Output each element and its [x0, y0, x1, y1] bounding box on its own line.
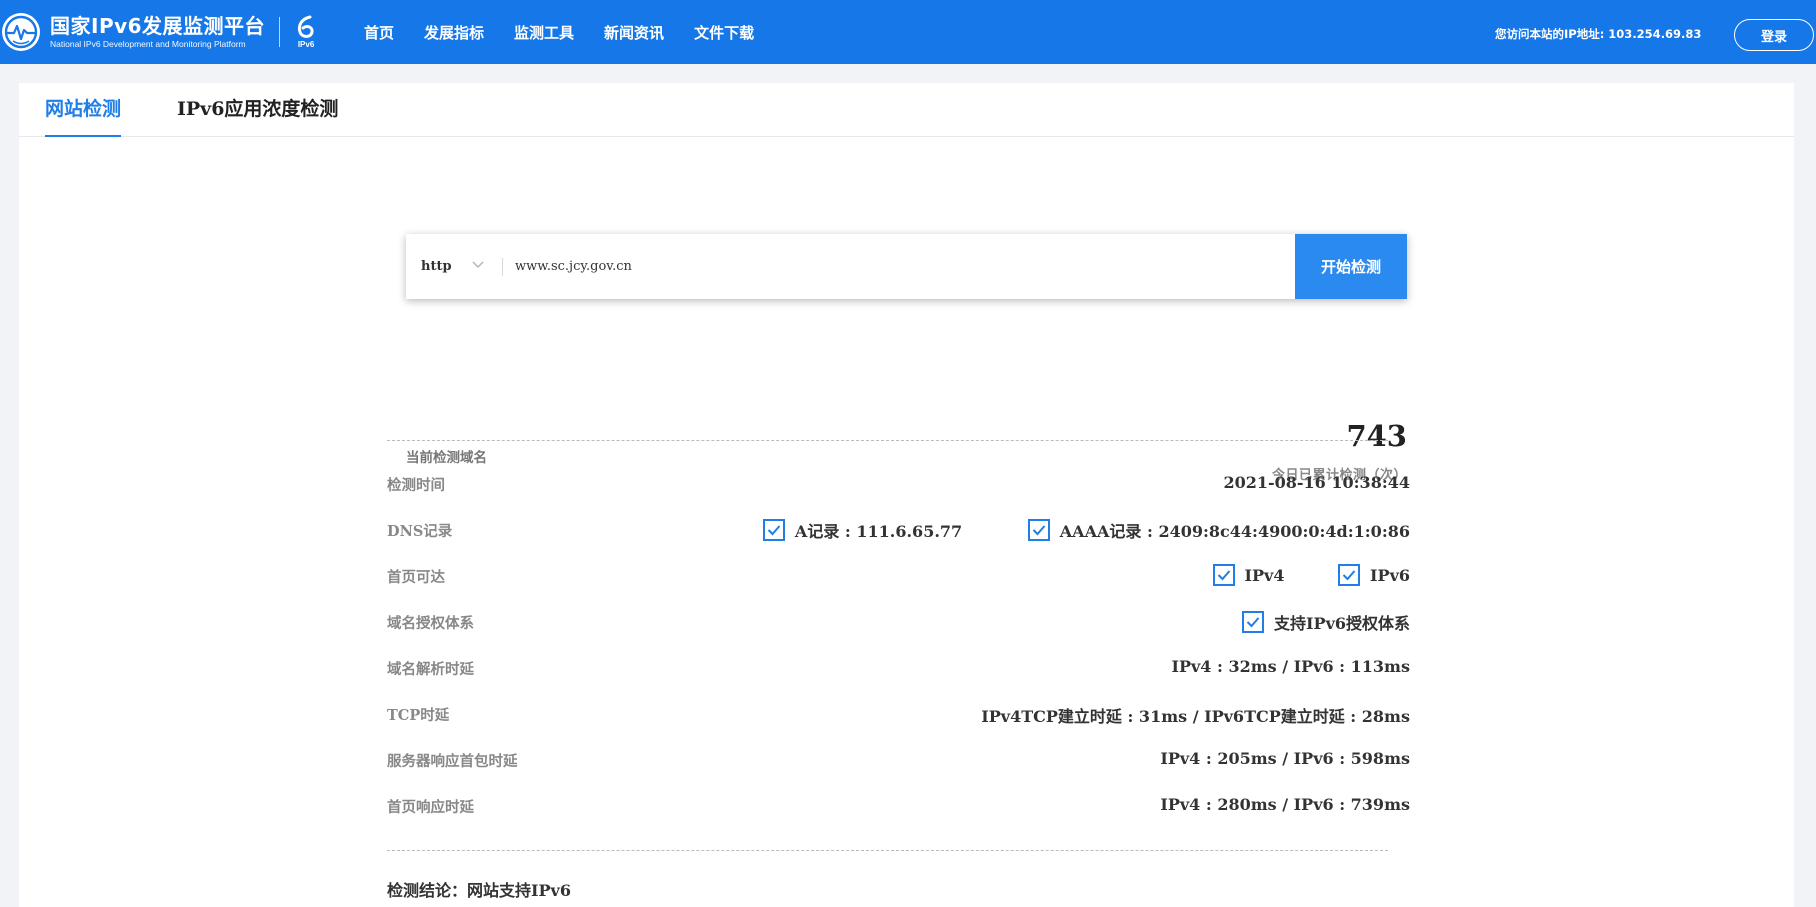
reachable-ipv6-checkbox[interactable]: [1338, 564, 1361, 586]
dns-delay-value: IPv4 : 32ms / IPv6 : 113ms: [1171, 657, 1410, 676]
nav-home[interactable]: 首页: [364, 22, 394, 43]
a-record-checkbox[interactable]: [762, 519, 785, 541]
login-button[interactable]: 登录: [1734, 19, 1814, 51]
logo-divider: [279, 17, 281, 47]
visitor-ip: 您访问本站的IP地址: 103.254.69.83: [1495, 27, 1702, 41]
conclusion: 检测结论：网站支持IPv6: [387, 881, 571, 900]
check-icon: [1032, 525, 1046, 536]
ipv6-badge: IPv6: [292, 14, 320, 50]
check-icon: [767, 525, 781, 536]
aaaa-record-checkbox[interactable]: [1027, 519, 1050, 541]
tcp-delay-value: IPv4TCP建立时延 : 31ms / IPv6TCP建立时延 : 28ms: [981, 707, 1410, 726]
nav-downloads[interactable]: 文件下载: [694, 22, 754, 43]
main-nav: 首页 发展指标 监测工具 新闻资讯 文件下载: [364, 0, 784, 64]
check-time-value: 2021-08-16 10:38:44: [1223, 473, 1410, 492]
reachable-ipv6-item: IPv6: [1338, 564, 1410, 586]
protocol-select[interactable]: http: [406, 234, 502, 299]
site-title: 国家IPv6发展监测平台: [50, 14, 266, 38]
server-delay-value: IPv4 : 205ms / IPv6 : 598ms: [1160, 749, 1410, 768]
logo[interactable]: 国家IPv6发展监测平台 National IPv6 Development a…: [0, 8, 320, 56]
ipv6-badge-label: IPv6: [297, 40, 315, 49]
top-bar: 国家IPv6发展监测平台 National IPv6 Development a…: [0, 0, 1816, 64]
tab-website-check[interactable]: 网站检测: [45, 83, 122, 137]
check-icon: [1342, 570, 1356, 581]
auth-checkbox[interactable]: [1242, 611, 1265, 633]
dns-delay-label: 域名解析时延: [387, 661, 474, 678]
dns-label: DNS记录: [387, 523, 453, 540]
check-icon: [1217, 570, 1230, 581]
page-delay-label: 首页响应时延: [387, 799, 474, 816]
server-delay-label: 服务器响应首包时延: [387, 753, 518, 770]
tab-bar: 网站检测 IPv6应用浓度检测: [19, 83, 1794, 137]
check-icon: [1246, 617, 1260, 628]
page-delay-value: IPv4 : 280ms / IPv6 : 739ms: [1160, 795, 1410, 814]
today-count: 743: [1346, 419, 1407, 453]
dns-records: A记录 : 111.6.65.77 AAAA记录 : 2409:8c44:490…: [737, 518, 1410, 542]
chevron-down-icon: [472, 261, 484, 268]
search-separator: [502, 258, 503, 276]
auth-label: 域名授权体系: [387, 615, 474, 632]
a-record-text: A记录 : 111.6.65.77: [794, 522, 963, 541]
aaaa-record-item: AAAA记录 : 2409:8c44:4900:0:4d:1:0:86: [1027, 518, 1410, 542]
reachable-ipv4-text: IPv4: [1244, 565, 1285, 585]
a-record-item: A记录 : 111.6.65.77: [762, 518, 963, 542]
search-bar: http 开始检测: [406, 234, 1407, 299]
tab-ipv6-app-density[interactable]: IPv6应用浓度检测: [177, 83, 338, 137]
current-domain-label: 当前检测域名: [406, 450, 487, 466]
protocol-value: http: [421, 259, 452, 274]
divider-top: [387, 440, 1388, 441]
reachable-values: IPv4 IPv6: [1187, 564, 1410, 586]
site-subtitle: National IPv6 Development and Monitoring…: [50, 39, 246, 49]
reachable-ipv6-text: IPv6: [1370, 565, 1410, 585]
start-check-button[interactable]: 开始检测: [1295, 234, 1407, 299]
reachable-label: 首页可达: [387, 569, 445, 586]
aaaa-record-text: AAAA记录 : 2409:8c44:4900:0:4d:1:0:86: [1059, 522, 1410, 541]
reachable-ipv4-item: IPv4: [1212, 564, 1285, 586]
nav-news[interactable]: 新闻资讯: [604, 22, 664, 43]
logo-icon: [2, 13, 40, 51]
auth-value: 支持IPv6授权体系: [1216, 610, 1410, 634]
auth-text: 支持IPv6授权体系: [1274, 614, 1410, 633]
auth-item: 支持IPv6授权体系: [1242, 610, 1410, 634]
main-card: 网站检测 IPv6应用浓度检测 http 开始检测 当前检测域名 743 今日已…: [19, 83, 1794, 907]
nav-tools[interactable]: 监测工具: [514, 22, 574, 43]
domain-input[interactable]: [513, 246, 1163, 286]
ipv6-logo-icon: [298, 15, 314, 38]
reachable-ipv4-checkbox[interactable]: [1212, 564, 1235, 586]
tcp-delay-label: TCP时延: [387, 707, 450, 724]
nav-indicators[interactable]: 发展指标: [424, 22, 484, 43]
divider-bottom: [387, 850, 1388, 851]
check-time-label: 检测时间: [387, 477, 445, 494]
